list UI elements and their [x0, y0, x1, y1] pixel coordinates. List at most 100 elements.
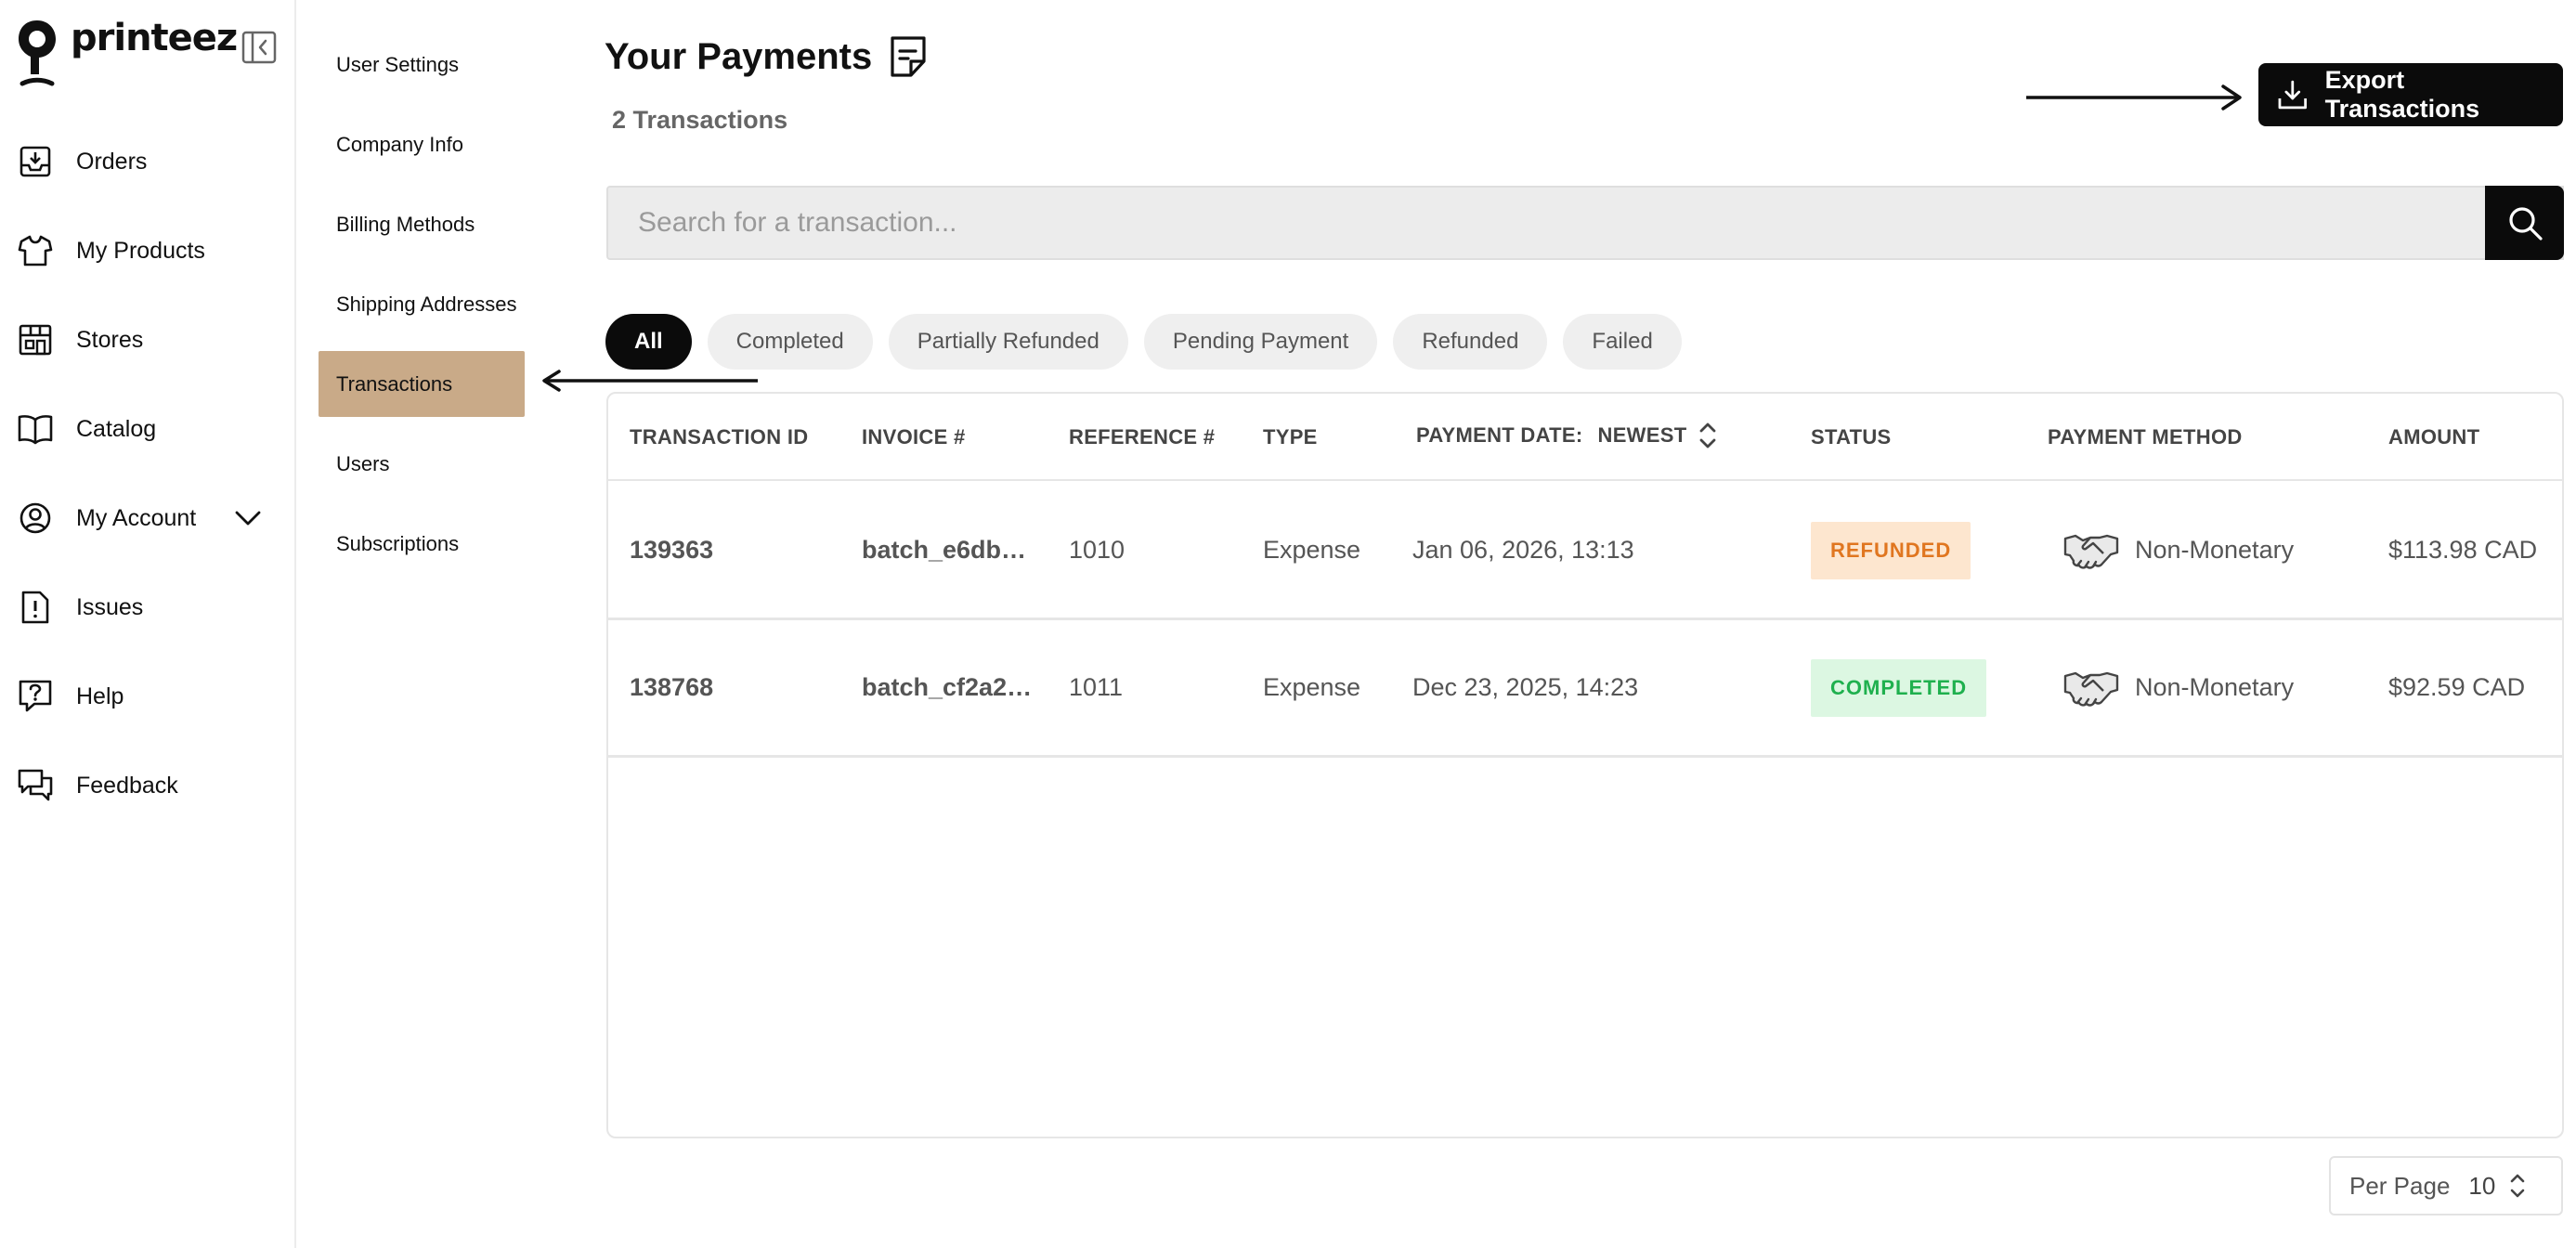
download-icon — [2278, 80, 2307, 110]
inbox-download-icon — [17, 143, 54, 180]
main-sidebar: printeez Orders My Products Stores Catal… — [0, 0, 296, 1248]
book-icon — [17, 410, 54, 448]
user-circle-icon — [17, 500, 54, 537]
nav-item-catalog[interactable]: Catalog — [0, 384, 295, 474]
transaction-count: 2 Transactions — [612, 106, 788, 134]
cell-payment-date: Jan 06, 2026, 13:13 — [1412, 536, 1634, 564]
page-header: Your Payments — [605, 33, 931, 80]
column-header-type[interactable]: TYPE — [1263, 425, 1318, 449]
page-title: Your Payments — [605, 35, 873, 77]
annotation-arrow-left-icon — [542, 370, 758, 392]
alert-file-icon — [17, 589, 54, 626]
nav-item-feedback[interactable]: Feedback — [0, 741, 295, 830]
search-icon — [2508, 207, 2543, 240]
filter-pending-payment[interactable]: Pending Payment — [1143, 314, 1378, 370]
nav-item-label: Help — [76, 682, 124, 709]
document-icon — [891, 36, 926, 77]
nav-item-label: Issues — [76, 593, 144, 620]
chevron-down-icon — [235, 511, 261, 526]
store-icon — [17, 321, 54, 358]
annotation-arrow-right-icon — [2026, 84, 2242, 110]
subnav-item-transactions[interactable]: Transactions — [319, 351, 525, 417]
export-button-label: Export Transactions — [2324, 66, 2480, 123]
payment-method-label: Non-Monetary — [2135, 673, 2295, 701]
subnav-item-users[interactable]: Users — [319, 431, 525, 497]
collapse-sidebar-icon — [241, 31, 277, 64]
subnav-item-user-settings[interactable]: User Settings — [319, 32, 525, 98]
column-header-reference[interactable]: REFERENCE # — [1069, 425, 1215, 449]
filter-partially-refunded[interactable]: Partially Refunded — [888, 314, 1128, 370]
cell-invoice[interactable]: batch_e6db… — [862, 483, 1026, 618]
nav-item-label: Orders — [76, 148, 148, 175]
nav-item-label: Feedback — [76, 772, 178, 799]
table-header: TRANSACTION ID INVOICE # REFERENCE # TYP… — [608, 394, 2562, 481]
status-badge-completed: COMPLETED — [1811, 658, 1987, 717]
table-row[interactable]: 139363 batch_e6db… 1010 Expense Jan 06, … — [608, 483, 2562, 620]
nav-item-my-products[interactable]: My Products — [0, 206, 295, 295]
cell-transaction-id: 138768 — [630, 673, 714, 701]
nav-item-label: Stores — [76, 326, 144, 353]
payment-method-label: Non-Monetary — [2135, 536, 2295, 564]
nav-item-stores[interactable]: Stores — [0, 295, 295, 384]
search-input[interactable] — [608, 188, 2484, 258]
column-header-payment-method[interactable]: PAYMENT METHOD — [2048, 425, 2243, 449]
status-filter-tabs: All Completed Partially Refunded Pending… — [605, 314, 1698, 370]
nav-item-label: My Products — [76, 237, 205, 264]
nav-item-orders[interactable]: Orders — [0, 117, 295, 206]
sort-order-label: NEWEST — [1597, 423, 1687, 447]
column-header-invoice[interactable]: INVOICE # — [862, 425, 966, 449]
nav-item-issues[interactable]: Issues — [0, 563, 295, 652]
cell-payment-method: Non-Monetary — [2062, 620, 2294, 755]
cell-amount: $113.98 CAD — [2388, 536, 2538, 564]
subnav-item-subscriptions[interactable]: Subscriptions — [319, 511, 525, 577]
per-page-value: 10 — [2468, 1171, 2496, 1200]
brand-name: printeez — [71, 17, 238, 59]
search-bar — [606, 186, 2564, 260]
per-page-label: Per Page — [2349, 1171, 2451, 1200]
printeez-logo-icon — [19, 20, 56, 86]
filter-completed[interactable]: Completed — [707, 314, 873, 370]
search-button[interactable] — [2485, 186, 2564, 260]
cell-status: REFUNDED — [1811, 483, 1971, 618]
collapse-sidebar-button[interactable] — [241, 29, 278, 66]
sort-toggle-icon — [1700, 422, 1716, 448]
tshirt-icon — [17, 232, 54, 269]
nav-item-label: Catalog — [76, 415, 157, 442]
subnav-item-billing-methods[interactable]: Billing Methods — [319, 191, 525, 257]
payment-date-label: PAYMENT DATE: — [1416, 423, 1583, 447]
per-page-select[interactable]: Per Page 10 — [2329, 1156, 2563, 1216]
cell-amount: $92.59 CAD — [2388, 673, 2526, 701]
subnav-item-company-info[interactable]: Company Info — [319, 111, 525, 177]
transactions-table: TRANSACTION ID INVOICE # REFERENCE # TYP… — [606, 392, 2564, 1138]
feedback-chat-icon — [17, 767, 54, 804]
cell-type: Expense — [1263, 536, 1361, 564]
filter-failed[interactable]: Failed — [1563, 314, 1682, 370]
export-transactions-button[interactable]: Export Transactions — [2258, 63, 2563, 126]
cell-invoice[interactable]: batch_cf2a2… — [862, 620, 1032, 755]
column-header-payment-date[interactable]: PAYMENT DATE: NEWEST — [1416, 420, 1718, 451]
table-row[interactable]: 138768 batch_cf2a2… 1011 Expense Dec 23,… — [608, 620, 2562, 758]
column-header-transaction-id[interactable]: TRANSACTION ID — [630, 425, 808, 449]
nav-item-help[interactable]: Help — [0, 652, 295, 741]
cell-type: Expense — [1263, 673, 1361, 701]
cell-reference: 1011 — [1069, 673, 1124, 701]
select-updown-icon — [2511, 1174, 2525, 1198]
brand-logo[interactable]: printeez — [15, 17, 238, 91]
nav-item-my-account[interactable]: My Account — [0, 474, 295, 563]
subnav-item-shipping-addresses[interactable]: Shipping Addresses — [319, 271, 525, 337]
cell-payment-date: Dec 23, 2025, 14:23 — [1412, 673, 1639, 701]
column-header-amount[interactable]: AMOUNT — [2388, 425, 2479, 449]
main-nav: Orders My Products Stores Catalog My Acc… — [0, 117, 295, 830]
handshake-icon — [2063, 534, 2119, 569]
cell-status: COMPLETED — [1811, 620, 1987, 755]
settings-subnav: User Settings Company Info Billing Metho… — [319, 32, 525, 591]
help-chat-icon — [17, 678, 54, 715]
cell-payment-method: Non-Monetary — [2062, 483, 2294, 618]
filter-refunded[interactable]: Refunded — [1393, 314, 1548, 370]
cell-reference: 1010 — [1069, 536, 1125, 564]
column-header-status[interactable]: STATUS — [1811, 425, 1892, 449]
nav-item-label: My Account — [76, 504, 197, 531]
handshake-icon — [2063, 671, 2119, 707]
status-badge-refunded: REFUNDED — [1811, 521, 1971, 579]
filter-all[interactable]: All — [605, 314, 692, 370]
